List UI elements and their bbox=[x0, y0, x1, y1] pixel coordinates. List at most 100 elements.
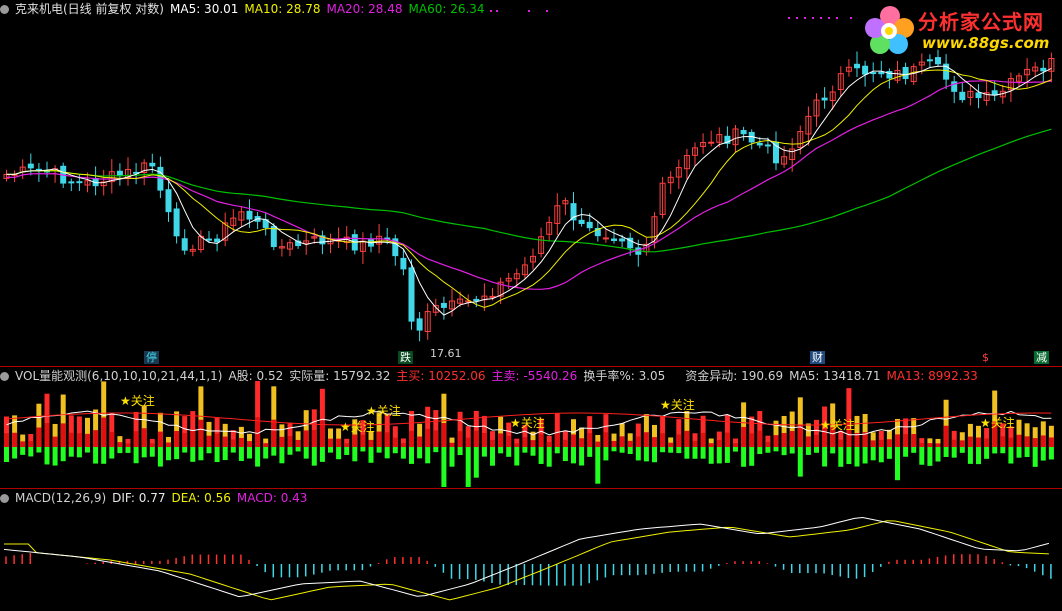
main-sell-bar bbox=[12, 447, 18, 459]
candle-body bbox=[619, 238, 626, 242]
main-buy-bar bbox=[1024, 436, 1030, 447]
main-buy-bar bbox=[36, 427, 42, 447]
main-buy-bar bbox=[328, 438, 333, 447]
main-buy-bar bbox=[85, 433, 90, 447]
main-sell-bar bbox=[854, 447, 860, 467]
main-sell-bar bbox=[943, 447, 949, 457]
macd-chart[interactable] bbox=[0, 489, 1062, 611]
marker-reduce[interactable]: 减 bbox=[1034, 351, 1049, 364]
collapse-icon[interactable] bbox=[0, 494, 9, 503]
main-buy-bar bbox=[919, 442, 925, 447]
main-buy-bar bbox=[951, 439, 957, 447]
attention-marker: ★关注 bbox=[980, 415, 1015, 430]
main-buy-bar bbox=[238, 437, 244, 447]
main-sell-bar bbox=[765, 447, 771, 453]
signal-dot bbox=[796, 17, 798, 19]
main-sell-bar bbox=[376, 447, 382, 453]
signal-dot bbox=[546, 10, 548, 12]
main-buy-bar bbox=[911, 434, 917, 447]
main-sell-bar bbox=[133, 447, 139, 464]
main-sell-bar bbox=[676, 447, 682, 454]
main-buy-bar bbox=[60, 423, 66, 447]
main-sell-bar bbox=[76, 447, 82, 458]
main-sell-bar bbox=[781, 447, 787, 456]
main-sell-bar bbox=[457, 447, 463, 456]
candle-body bbox=[68, 181, 75, 184]
main-buy-bar bbox=[433, 430, 439, 447]
main-sell-bar bbox=[182, 447, 188, 453]
main-buy-bar bbox=[668, 442, 674, 447]
candle-body bbox=[902, 66, 909, 80]
main-buy-bar bbox=[295, 439, 301, 447]
main-buy-bar bbox=[700, 432, 706, 447]
main-sell-bar bbox=[878, 447, 884, 463]
main-sell-bar bbox=[166, 447, 171, 461]
main-buy-bar bbox=[627, 440, 633, 447]
main-sell-bar bbox=[700, 447, 706, 459]
main-buy-bar bbox=[530, 440, 536, 447]
main-sell-bar bbox=[498, 447, 504, 454]
main-sell-bar bbox=[554, 447, 560, 454]
main-sell-bar bbox=[757, 447, 763, 455]
main-buy-bar bbox=[571, 434, 576, 447]
main-buy-bar bbox=[93, 430, 99, 447]
candle-body bbox=[408, 267, 415, 322]
main-sell-bar bbox=[392, 447, 398, 454]
vol-title: VOL量能观测(6,10,10,10,21,44,1,1) bbox=[15, 369, 223, 383]
main-buy-bar bbox=[157, 431, 163, 447]
main-buy-bar bbox=[733, 443, 738, 447]
main-sell-bar bbox=[627, 447, 633, 454]
main-buy-bar bbox=[473, 430, 479, 447]
main-sell-bar bbox=[117, 447, 123, 454]
main-sell-bar bbox=[805, 447, 811, 455]
main-buy-bar bbox=[222, 436, 228, 447]
main-buy-bar bbox=[417, 436, 423, 447]
marker-stop[interactable]: 停 bbox=[144, 351, 159, 364]
signal-dot bbox=[804, 17, 806, 19]
main-buy-bar bbox=[611, 440, 617, 447]
main-buy-bar bbox=[149, 443, 155, 447]
main-sell-bar bbox=[797, 447, 803, 477]
main-buy-bar bbox=[182, 433, 188, 447]
main-sell-bar bbox=[271, 447, 277, 456]
main-sell-bar bbox=[344, 447, 350, 455]
collapse-icon[interactable] bbox=[0, 372, 9, 381]
marker-finance[interactable]: 财 bbox=[810, 351, 825, 364]
actual-volume-value: 实际量: 15792.32 bbox=[289, 369, 391, 383]
main-sell-bar bbox=[951, 447, 957, 458]
marker-dollar[interactable]: $ bbox=[980, 351, 991, 364]
candle-body bbox=[206, 238, 212, 241]
main-buy-bar bbox=[44, 423, 50, 447]
candle-body bbox=[611, 238, 617, 241]
main-sell-bar bbox=[400, 447, 406, 459]
main-buy-bar bbox=[247, 441, 252, 447]
signal-dot bbox=[788, 17, 790, 19]
main-buy-bar bbox=[198, 419, 204, 447]
candle-body bbox=[165, 189, 172, 213]
candle-body bbox=[764, 144, 771, 147]
main-sell-bar bbox=[538, 447, 544, 464]
main-sell-bar bbox=[157, 447, 163, 467]
stock-chart-window: 克来机电(日线 前复权 对数) MA5: 30.01 MA10: 28.78 MA20… bbox=[0, 0, 1062, 611]
main-sell-bar bbox=[481, 447, 487, 457]
candle-body bbox=[602, 237, 609, 240]
main-sell-bar bbox=[1008, 447, 1014, 464]
main-buy-bar bbox=[870, 440, 876, 447]
logo: 分析家公式网 www.88gs.com bbox=[862, 2, 1060, 60]
main-sell-bar bbox=[409, 447, 414, 464]
turnover-value: 换手率%: 3.05 bbox=[583, 369, 666, 383]
main-sell-bar bbox=[52, 447, 58, 466]
volume-chart[interactable]: ★关注★关注★关注★关注★关注★关注 ★关注 bbox=[0, 367, 1062, 487]
main-buy-bar bbox=[579, 438, 585, 447]
main-buy-bar bbox=[538, 434, 544, 447]
marker-fall[interactable]: 跌 bbox=[398, 351, 413, 364]
main-sell-bar bbox=[886, 447, 892, 459]
main-buy-bar bbox=[368, 439, 374, 447]
main-buy-bar bbox=[1008, 437, 1014, 447]
main-sell-bar bbox=[141, 447, 147, 458]
main-buy-bar bbox=[425, 428, 431, 447]
candle-body bbox=[586, 221, 593, 229]
vol-ma5-value: MA5: 13418.71 bbox=[789, 369, 881, 383]
collapse-icon[interactable] bbox=[0, 5, 9, 14]
main-buy-bar bbox=[514, 443, 520, 447]
